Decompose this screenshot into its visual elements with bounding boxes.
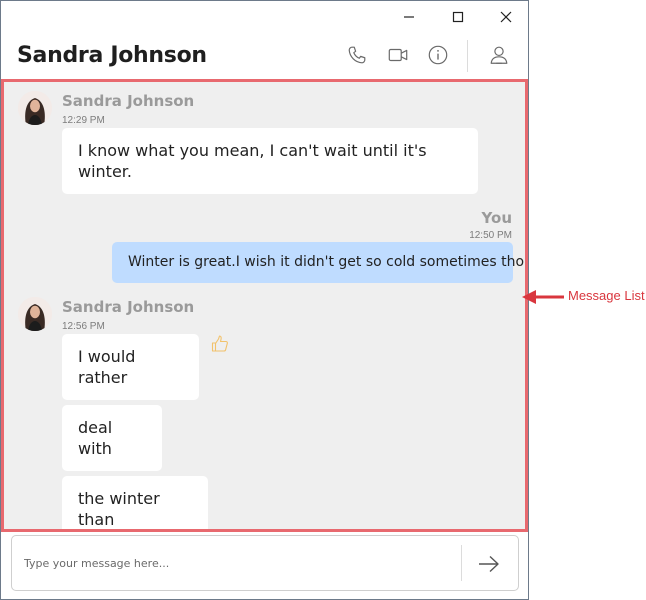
message-text-line: I would [78,347,136,366]
send-arrow-icon [479,555,499,573]
outgoing-message-bubble[interactable]: Winter is great.I wish it didn't get so … [112,242,525,283]
message-sender: Sandra Johnson [62,92,195,110]
person-icon[interactable] [487,43,511,67]
message-text-line: I know what you mean, I can't wait until… [78,141,427,160]
message-text-line: with [78,439,112,458]
incoming-message-bubble[interactable]: the winter than [62,476,208,529]
contact-avatar [18,91,52,125]
close-button[interactable] [483,1,529,33]
annotation-arrow-icon [522,290,564,304]
message-text-line: rather [78,368,128,387]
message-text-line: deal [78,418,113,437]
message-composer [11,535,519,591]
message-list-annotation: Message List [522,287,646,307]
thumbs-up-icon[interactable] [210,334,230,354]
contact-avatar [18,297,52,331]
contact-name-title: Sandra Johnson [17,43,207,68]
title-bar [1,1,528,33]
message-sender: Sandra Johnson [62,298,195,316]
info-icon[interactable] [426,43,450,67]
incoming-message-bubble[interactable]: I know what you mean, I can't wait until… [62,128,478,194]
minimize-icon [404,16,414,18]
phone-icon[interactable] [345,43,369,67]
message-list[interactable]: Sandra Johnson 12:29 PM I know what you … [1,79,528,532]
message-text-line: than [78,510,115,529]
chat-header: Sandra Johnson [1,33,528,79]
minimize-button[interactable] [386,1,432,33]
close-icon [500,11,512,23]
message-timestamp: 12:56 PM [62,321,105,332]
maximize-button[interactable] [435,1,481,33]
send-button[interactable] [474,550,504,578]
incoming-message-bubble[interactable]: deal with [62,405,162,471]
annotation-label: Message List [568,288,645,303]
incoming-message-bubble[interactable]: I would rather [62,334,199,400]
message-input[interactable] [14,538,454,588]
chat-window: Sandra Johnson Sandra Johnson 12:29 PM I… [0,0,529,600]
message-timestamp: 12:29 PM [62,115,105,126]
message-text-line: the winter [78,489,160,508]
message-text-line: winter. [78,162,132,181]
header-divider [467,40,468,72]
message-text: Winter is great.I wish it didn't get so … [128,254,528,270]
video-icon[interactable] [386,43,410,67]
message-sender: You [481,209,512,227]
maximize-icon [452,11,464,23]
composer-divider [461,545,462,581]
message-timestamp: 12:50 PM [469,230,512,241]
